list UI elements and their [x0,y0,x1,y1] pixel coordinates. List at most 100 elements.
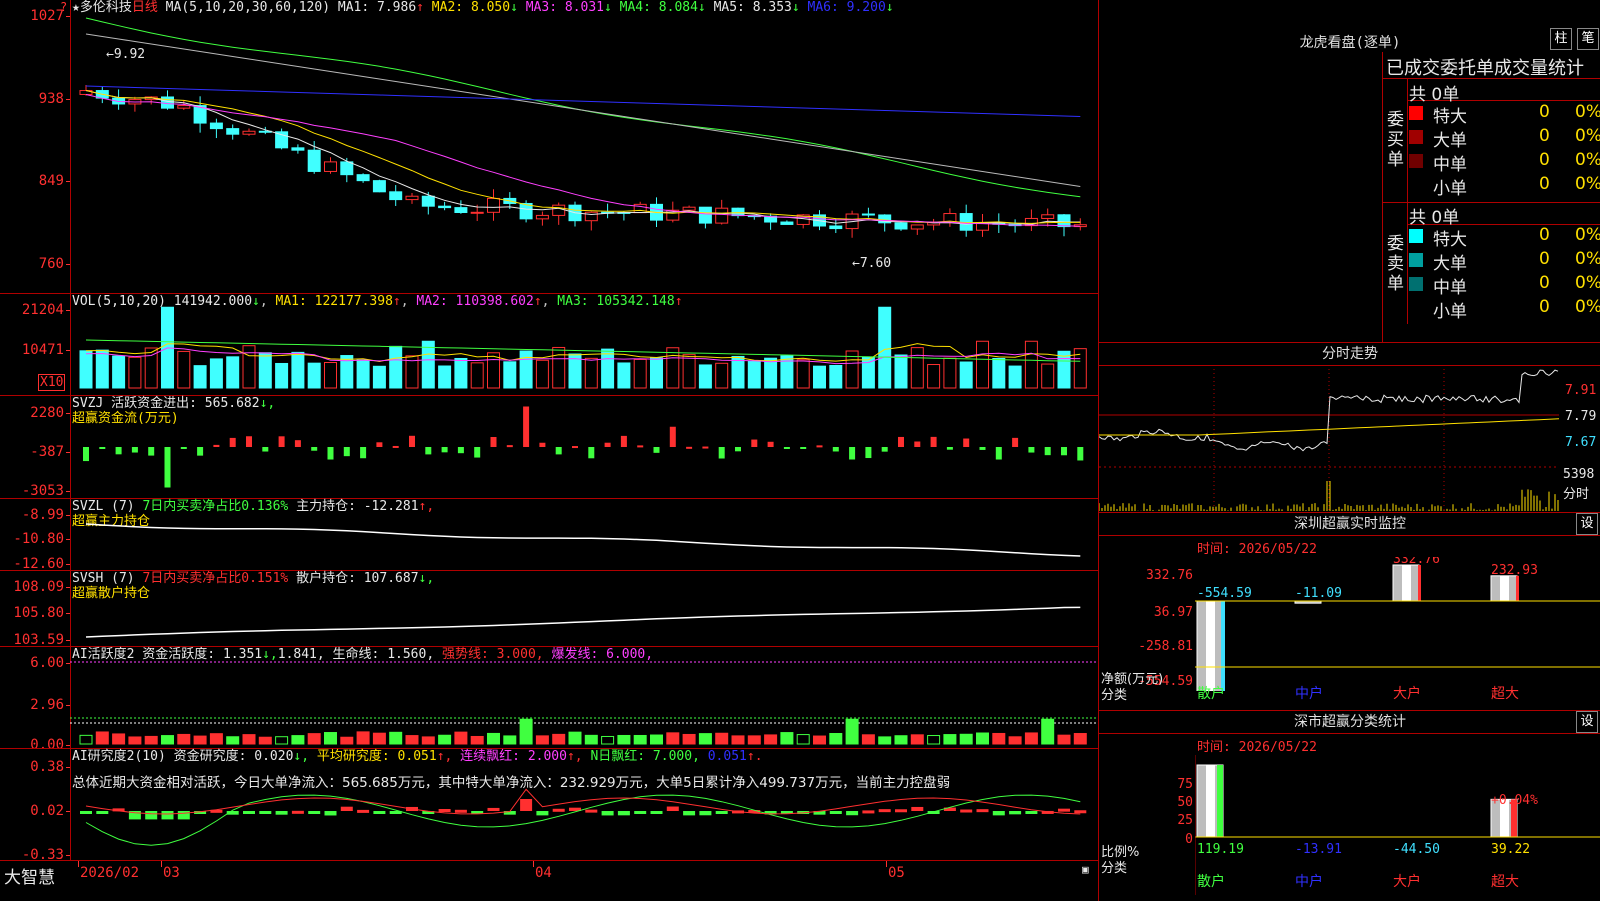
volume-bar [1057,350,1071,389]
classify-settings-button[interactable]: 设 [1576,711,1598,733]
candle-body [356,174,370,182]
research-bar [552,808,565,812]
monitor-bar-accent [1418,565,1421,601]
date-tick: 05 [888,865,905,881]
flow-bar [816,445,823,448]
svzl-axis: -8.99 -10.80 -12.60 [0,499,71,572]
research-upper-line [85,788,1081,815]
bar-view-button[interactable]: 柱 [1550,28,1572,50]
activity-bar [1057,734,1071,745]
activity-bar [95,731,109,745]
volume-bar [307,362,321,389]
ai-activity-tick: 6.00 [30,655,70,671]
activity-bar [861,734,875,745]
research-bar [715,811,728,814]
svzl-chart[interactable] [70,499,1098,571]
candle-body [438,205,452,209]
research-bar [324,811,337,816]
flow-bar [669,426,676,447]
svzj-tick: 2280 [30,405,70,421]
volume-bar [209,358,223,389]
intraday-panel[interactable]: 分时走势 7.91 7.79 7.67 5398 分时 [1098,342,1600,513]
activity-bar [650,734,663,745]
candle-body [861,213,875,216]
volume-bar [487,352,500,389]
flow-bar [343,447,350,457]
volume-bar [242,345,256,389]
svzj-chart[interactable] [70,396,1098,499]
dragon-title: 龙虎看盘(逐单) [1299,35,1401,51]
volume-bar [976,340,989,389]
candle-body [698,206,712,224]
svzj-pane[interactable]: 2280 -387 -3053 SVZJ 活跃资金进出: 565.682↓, 超… [0,395,1098,499]
monitor-bar-label: -11.09 [1295,586,1342,601]
flow-bar [441,447,448,453]
volume-pane[interactable]: 21204 10471 X10 VOL(5,10,20) 141942.000↓… [0,293,1098,396]
flow-bar [180,447,187,449]
classify-extra-label: +0.04% [1491,793,1538,808]
activity-bar [112,733,126,745]
research-bar [878,809,891,813]
flow-bar [881,447,888,452]
volume-bar [372,365,386,389]
research-bar [601,811,614,816]
volume-chart[interactable] [70,294,1098,396]
flow-bar [490,437,497,447]
buy-pct: 0% [1575,102,1600,122]
ma6-line [85,85,1081,117]
volume-bar [943,357,957,389]
activity-bar [731,735,745,745]
activity-bar [454,731,468,745]
monitor-panel[interactable]: 深圳超赢实时监控 设 时间: 2026/05/22 332.76 36.97 -… [1098,512,1600,711]
monitor-bar-chart[interactable]: -554.59 -11.09 332.76 232.93 [1195,557,1600,691]
volume-axis: 21204 10471 X10 [0,294,71,396]
kline-pane[interactable]: 1027 938 849 760 ? ★多伦科技日线 MA(5,10,20,30… [0,0,1098,293]
volume-bar [682,354,696,389]
low-marker: ←7.60 [852,256,892,271]
activity-bar [487,732,500,745]
activity-bar [503,735,517,745]
activity-bar [356,731,370,745]
flow-bar [506,445,513,448]
svzj-tick: -387 [30,444,70,460]
classify-bar-value: -44.50 [1393,842,1440,857]
svsh-chart[interactable] [70,571,1098,647]
activity-bar [209,733,223,745]
activity-bar [878,736,892,745]
intraday-tick: 7.67 [1565,435,1597,450]
svzl-pane[interactable]: -8.99 -10.80 -12.60 SVZL (7) 7日内买卖净占比0.1… [0,498,1098,572]
monitor-bar-highlight [1402,565,1411,601]
activity-bar [894,735,908,745]
tick-view-button[interactable]: 笔 [1577,28,1599,50]
volume-bar [731,355,745,389]
dragon-panel: 龙虎看盘(逐单) 柱 笔 已成交委托单成交量统计 共 0单 委买单 共 0单 委… [1098,0,1600,342]
activity-bar [813,735,826,745]
flow-bar [898,436,904,447]
color-swatch [1409,229,1423,243]
monitor-settings-button[interactable]: 设 [1576,513,1598,535]
ai-activity-chart[interactable] [70,647,1098,749]
monitor-xlabel: 分类 [1101,688,1128,703]
activity-bar [177,733,191,745]
ai-research-chart[interactable] [70,749,1098,861]
candle-body [535,214,549,220]
flow-bar [262,447,269,452]
activity-bar [144,735,158,745]
ai-activity-pane[interactable]: 6.00 2.96 0.00 AI活跃度2 资金活跃度: 1.351↓,1.84… [0,646,1098,753]
ai-research-pane[interactable]: 0.38 0.02 -0.33 AI研究度2(10) 资金研究度: 0.020↓… [0,748,1098,863]
activity-bar [698,733,712,745]
volume-bar [128,356,142,389]
classify-bar-highlight [1206,765,1215,837]
candlestick-chart[interactable] [70,0,1098,293]
svsh-pane[interactable]: 108.09 105.80 103.59 SVSH (7) 7日内买卖净占比0.… [0,570,1098,648]
research-bar [357,809,370,813]
activity-bar [79,734,93,745]
research-bar [650,811,663,814]
volume-bar [454,357,468,389]
classify-panel[interactable]: 深市超赢分类统计 设 时间: 2026/05/22 75 50 25 0 119… [1098,710,1600,901]
flow-bar [164,447,171,488]
intraday-chart[interactable] [1099,365,1559,513]
volume-bar [747,360,761,389]
flow-bar [653,447,660,453]
activity-bar [617,734,631,745]
